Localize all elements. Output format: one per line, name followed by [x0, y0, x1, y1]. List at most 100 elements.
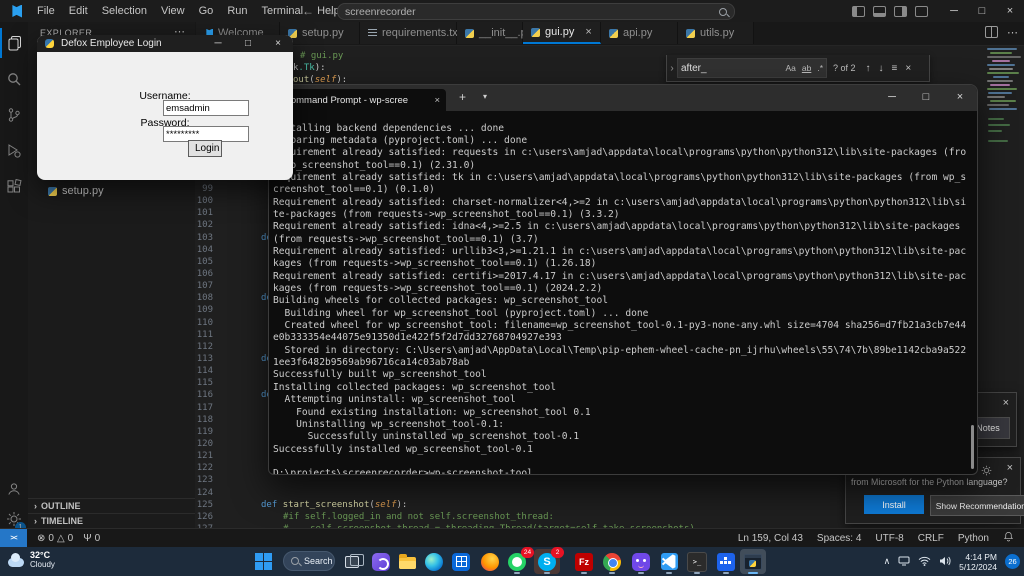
dialog-maximize-button[interactable]: □	[233, 35, 263, 52]
taskbar-whatsapp[interactable]: 24	[504, 547, 534, 574]
window-maximize-button[interactable]: □	[968, 5, 996, 17]
dialog-minimize-button[interactable]: ─	[203, 35, 233, 52]
line-number: 99	[202, 184, 213, 194]
extensions-icon[interactable]	[0, 172, 28, 202]
search-icon	[291, 557, 299, 565]
terminal-new-tab-icon[interactable]: +	[459, 90, 466, 104]
minimap-line	[987, 104, 1009, 106]
find-next-icon[interactable]: ↓	[875, 63, 888, 74]
tab-utils-py[interactable]: utils.py	[678, 22, 754, 44]
menu-item-view[interactable]: View	[154, 5, 192, 17]
account-icon[interactable]	[0, 474, 28, 504]
menu-item-go[interactable]: Go	[192, 5, 221, 17]
customize-layout-icon[interactable]	[915, 5, 928, 17]
command-center-search[interactable]: screenrecorder	[337, 3, 735, 20]
tab--init-py[interactable]: __init__.py	[457, 22, 532, 44]
terminal-minimize-button[interactable]: ─	[875, 85, 909, 109]
install-button[interactable]: Install	[864, 495, 924, 514]
find-in-selection-icon[interactable]: ≡	[888, 63, 902, 74]
username-field[interactable]	[163, 100, 249, 116]
menu-item-edit[interactable]: Edit	[62, 5, 95, 17]
terminal-tab-close-icon[interactable]: ×	[434, 95, 440, 106]
split-editor-icon[interactable]	[985, 26, 998, 38]
notification-count-badge[interactable]: 26	[1005, 554, 1020, 569]
encoding[interactable]: UTF-8	[875, 533, 903, 544]
taskbar-filezilla[interactable]: Fz	[571, 549, 597, 574]
toast-close-icon[interactable]: ×	[1007, 462, 1013, 474]
taskbar-microsoft-store[interactable]	[448, 549, 474, 574]
taskbar-docker[interactable]	[713, 549, 739, 574]
taskbar-loop-app[interactable]	[368, 549, 394, 574]
tray-chevron-icon[interactable]: ∧	[884, 556, 891, 567]
menu-item-file[interactable]: File	[30, 5, 62, 17]
terminal-maximize-button[interactable]: □	[909, 85, 943, 109]
taskbar-firefox[interactable]	[477, 549, 503, 574]
toggle-panel-icon[interactable]	[873, 5, 886, 17]
problems-indicator[interactable]: ⊗ 0 △ 0	[37, 533, 73, 544]
cursor-position[interactable]: Ln 159, Col 43	[738, 533, 803, 544]
find-close-icon[interactable]: ×	[901, 63, 915, 74]
minimap-line	[988, 140, 1008, 142]
cloud-icon	[8, 552, 24, 567]
run-debug-icon[interactable]	[0, 136, 28, 166]
window-minimize-button[interactable]: ─	[940, 5, 968, 17]
taskbar-search[interactable]: Search	[283, 551, 335, 571]
clock[interactable]: 4:14 PM 5/12/2024	[959, 552, 997, 572]
find-input[interactable]	[678, 62, 783, 74]
taskbar-skype[interactable]: S2	[534, 547, 564, 574]
ports-indicator[interactable]: Ψ0	[83, 533, 100, 544]
remote-indicator[interactable]: ><	[0, 528, 27, 548]
window-close-button[interactable]: ×	[996, 5, 1024, 17]
match-case-toggle[interactable]: Aa	[782, 63, 798, 73]
search-icon[interactable]	[0, 64, 28, 94]
toggle-secondary-sidebar-icon[interactable]	[894, 5, 907, 17]
taskbar-task-view[interactable]	[339, 549, 365, 574]
tab-gui-py[interactable]: gui.py ×	[523, 22, 601, 44]
file-item-setup-py[interactable]: setup.py	[48, 185, 104, 197]
windows-start-icon	[254, 553, 272, 570]
timeline-section[interactable]: › TIMELINE	[28, 513, 195, 528]
indentation[interactable]: Spaces: 4	[817, 533, 861, 544]
find-expand-icon[interactable]: ›	[667, 55, 677, 81]
taskbar-start[interactable]	[250, 549, 276, 574]
wifi-icon[interactable]	[918, 553, 931, 571]
taskbar-vscode[interactable]	[656, 549, 682, 574]
taskbar-purple-face-app[interactable]	[628, 549, 654, 574]
list-file-icon	[368, 28, 377, 38]
line-number: 106	[196, 268, 213, 279]
tab-api-py[interactable]: api.py	[601, 22, 678, 44]
login-button[interactable]: Login	[188, 140, 222, 157]
taskbar-chrome[interactable]	[599, 549, 625, 574]
nav-back-icon[interactable]: ←	[296, 4, 320, 18]
menu-item-run[interactable]: Run	[220, 5, 254, 17]
notifications-bell-icon[interactable]	[1003, 531, 1014, 545]
whole-word-toggle[interactable]: ab	[799, 63, 814, 73]
outline-section[interactable]: › OUTLINE	[28, 498, 195, 513]
language-mode[interactable]: Python	[958, 533, 989, 544]
tab-requirements-txt[interactable]: requirements.txt	[360, 22, 461, 44]
tab-close-icon[interactable]: ×	[585, 26, 591, 38]
terminal-dropdown-icon[interactable]: ▾	[483, 92, 487, 101]
show-recommendations-button[interactable]: Show Recommendations	[930, 495, 1024, 516]
taskbar-windows-terminal[interactable]: >_	[684, 549, 710, 574]
taskbar-file-explorer[interactable]	[394, 549, 420, 574]
source-control-icon[interactable]	[0, 100, 28, 130]
toast-close-icon[interactable]: ×	[1003, 397, 1009, 409]
toggle-sidebar-icon[interactable]	[852, 5, 865, 17]
hidden-devices-icon[interactable]	[898, 553, 910, 571]
regex-toggle[interactable]: .*	[814, 63, 826, 73]
explorer-icon[interactable]	[0, 28, 28, 58]
dialog-close-button[interactable]: ×	[263, 35, 293, 52]
editor-more-actions-icon[interactable]: ⋯	[1007, 26, 1018, 39]
taskbar-python-tool[interactable]	[740, 549, 766, 574]
weather-widget[interactable]: 32°C Cloudy	[8, 550, 55, 570]
taskbar-edge[interactable]	[421, 549, 447, 574]
find-previous-icon[interactable]: ↑	[862, 63, 875, 74]
terminal-scrollbar[interactable]	[971, 425, 974, 469]
terminal-titlebar[interactable]: Command Prompt - wp-scree × + ▾ ─ □ ×	[269, 85, 977, 111]
terminal-close-button[interactable]: ×	[943, 85, 977, 109]
eol-sequence[interactable]: CRLF	[918, 533, 944, 544]
menu-item-selection[interactable]: Selection	[95, 5, 154, 17]
terminal-tab[interactable]: Command Prompt - wp-scree ×	[278, 89, 446, 111]
volume-icon[interactable]	[939, 553, 951, 571]
